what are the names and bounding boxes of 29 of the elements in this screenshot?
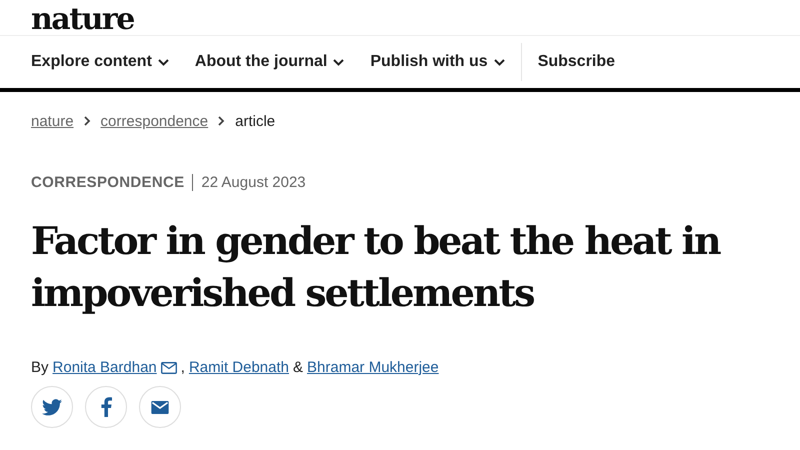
- separator: ,: [180, 359, 185, 376]
- author-link[interactable]: Ramit Debnath: [188, 359, 289, 376]
- nav-link[interactable]: Subscribe: [538, 53, 616, 71]
- envelope-icon: [151, 400, 169, 414]
- breadcrumb-current[interactable]: article: [235, 112, 276, 130]
- chevron-down-icon: [494, 58, 505, 66]
- publish-date: 22 August 2023: [200, 174, 306, 191]
- facebook-icon: [100, 397, 112, 417]
- share-button[interactable]: [31, 386, 73, 428]
- breadcrumb-link[interactable]: nature: [31, 112, 74, 130]
- logo[interactable]: nature: [31, 5, 134, 35]
- chevron-right-icon: [218, 116, 226, 126]
- nav-link[interactable]: About the journal: [194, 53, 344, 71]
- nav-link[interactable]: Explore content: [31, 53, 169, 71]
- article-title: Factor in gender to beat the heat in impoverished settlements: [31, 217, 722, 317]
- article-type: CORRESPONDENCE: [31, 174, 194, 191]
- chevron-down-icon: [158, 58, 169, 66]
- chevron-down-icon: [333, 58, 344, 66]
- share-button[interactable]: [139, 386, 181, 428]
- author-link[interactable]: Ronita Bardhan: [52, 359, 177, 376]
- share-button[interactable]: [85, 386, 127, 428]
- byline-prefix: By: [31, 359, 49, 376]
- separator: &: [293, 359, 304, 376]
- nav-link[interactable]: Publish with us: [370, 53, 505, 71]
- author-link[interactable]: Bhramar Mukherjee: [307, 359, 439, 376]
- chevron-right-icon: [84, 116, 91, 126]
- bird-icon: [42, 398, 62, 416]
- breadcrumb-link[interactable]: correspondence: [100, 112, 208, 130]
- envelope-icon: [160, 362, 177, 374]
